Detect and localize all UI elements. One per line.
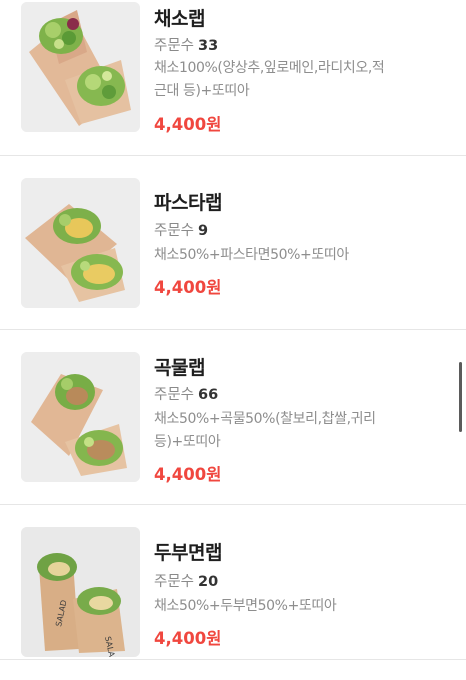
menu-item-price: 4,400원: [154, 115, 222, 134]
order-count: 주문수 9: [154, 219, 208, 240]
menu-item-tofu-noodle-wrap[interactable]: SALAD SALAD 두부면랩 주문수 20 채소50%+두부면50%+또띠아 …: [0, 505, 466, 680]
divider: [0, 659, 466, 660]
scrollbar[interactable]: [459, 362, 462, 432]
menu-item-description: 채소50%+곡물50%(찰보리,찹쌀,귀리 등)+또띠아: [154, 411, 376, 450]
menu-item-pasta-wrap[interactable]: 파스타랩 주문수 9 채소50%+파스타면50%+또띠아 4,400원: [0, 156, 466, 331]
vegetable-wrap-image: [21, 2, 140, 132]
order-count: 주문수 33: [154, 34, 218, 55]
tofu-noodle-wrap-image: SALAD SALAD: [21, 527, 140, 657]
order-count: 주문수 20: [154, 570, 218, 591]
menu-item-name: 곡물랩: [154, 357, 205, 379]
order-count-label: 주문수: [154, 387, 195, 403]
order-count-value: 9: [198, 223, 209, 239]
order-count-value: 66: [198, 387, 219, 403]
order-count-value: 20: [198, 574, 219, 590]
grain-wrap-image: [21, 352, 140, 482]
menu-item-description: 채소100%(양상추,잎로메인,라디치오,적근대 등)+또띠아: [154, 60, 385, 99]
menu-item-price: 4,400원: [154, 465, 222, 484]
menu-item-price: 4,400원: [154, 629, 222, 648]
order-count-value: 33: [198, 38, 219, 54]
menu-item-description: 채소50%+두부면50%+또띠아: [154, 598, 337, 614]
menu-item-price: 4,400원: [154, 278, 222, 297]
order-count-label: 주문수: [154, 38, 195, 54]
menu-item-name: 채소랩: [154, 8, 205, 30]
menu-item-name: 두부면랩: [154, 542, 222, 564]
menu-item-grain-wrap[interactable]: 곡물랩 주문수 66 채소50%+곡물50%(찰보리,찹쌀,귀리 등)+또띠아 4…: [0, 330, 466, 505]
menu-item-name: 파스타랩: [154, 192, 222, 214]
order-count-label: 주문수: [154, 574, 195, 590]
pasta-wrap-image: [21, 178, 140, 308]
menu-item-description: 채소50%+파스타면50%+또띠아: [154, 247, 349, 263]
order-count-label: 주문수: [154, 223, 195, 239]
menu-item-vegetable-wrap[interactable]: 채소랩 주문수 33 채소100%(양상추,잎로메인,라디치오,적근대 등)+또띠…: [0, 0, 466, 171]
order-count: 주문수 66: [154, 383, 218, 404]
